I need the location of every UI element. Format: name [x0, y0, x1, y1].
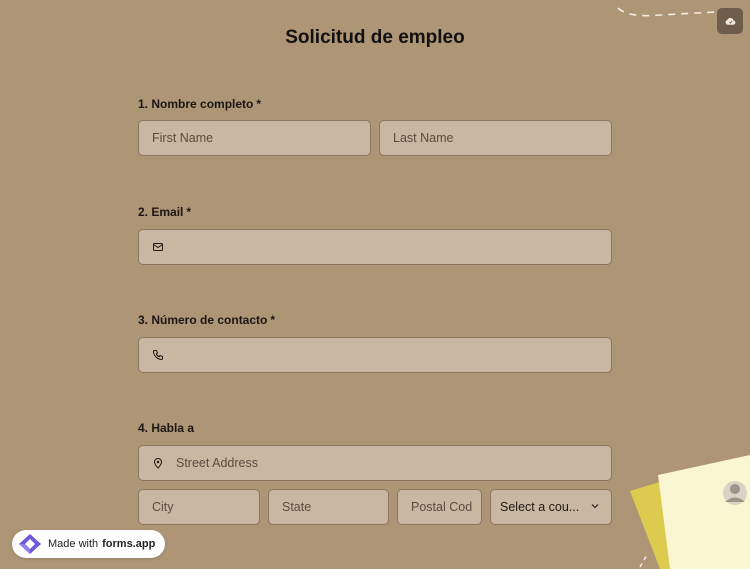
question-text: 4. Habla a: [138, 421, 195, 435]
postal-code-placeholder: Postal Cod: [411, 500, 473, 514]
question-label-full-name: 1. Nombre completo *: [138, 97, 261, 111]
last-name-input[interactable]: Last Name: [379, 120, 612, 156]
state-input[interactable]: State: [268, 489, 389, 525]
first-name-input[interactable]: First Name: [138, 120, 371, 156]
city-placeholder: City: [152, 500, 174, 514]
country-selected-value: Select a cou...: [500, 500, 580, 514]
street-address-input[interactable]: Street Address: [138, 445, 612, 481]
mail-icon: [152, 240, 166, 254]
cloud-icon: [725, 17, 735, 25]
city-input[interactable]: City: [138, 489, 260, 525]
question-label-email: 2. Email *: [138, 205, 191, 219]
question-text: 1. Nombre completo: [138, 97, 254, 111]
country-select[interactable]: Select a cou...: [490, 489, 612, 525]
state-placeholder: State: [282, 500, 312, 514]
first-name-placeholder: First Name: [152, 131, 214, 145]
question-label-phone: 3. Número de contacto *: [138, 313, 275, 327]
question-label-address: 4. Habla a: [138, 421, 197, 435]
forms-app-logo-icon: [19, 534, 41, 554]
required-mark: *: [256, 97, 262, 111]
question-text: 2. Email: [138, 205, 184, 219]
badge-prefix: Made with: [48, 538, 99, 550]
decorative-paper-illustration: [630, 455, 750, 569]
page-title: Solicitud de empleo: [285, 27, 465, 48]
phone-icon: [152, 348, 166, 362]
required-mark: *: [270, 313, 276, 327]
location-pin-icon: [152, 456, 166, 470]
last-name-placeholder: Last Name: [393, 131, 454, 145]
made-with-forms-app-badge[interactable]: Made with forms.app: [12, 530, 166, 558]
phone-input[interactable]: [138, 337, 612, 373]
postal-code-input[interactable]: Postal Cod: [397, 489, 482, 525]
badge-brand: forms.app: [102, 538, 156, 550]
required-mark: *: [186, 205, 192, 219]
question-text: 3. Número de contacto: [138, 313, 268, 327]
street-address-placeholder: Street Address: [176, 456, 258, 470]
email-input[interactable]: [138, 229, 612, 265]
